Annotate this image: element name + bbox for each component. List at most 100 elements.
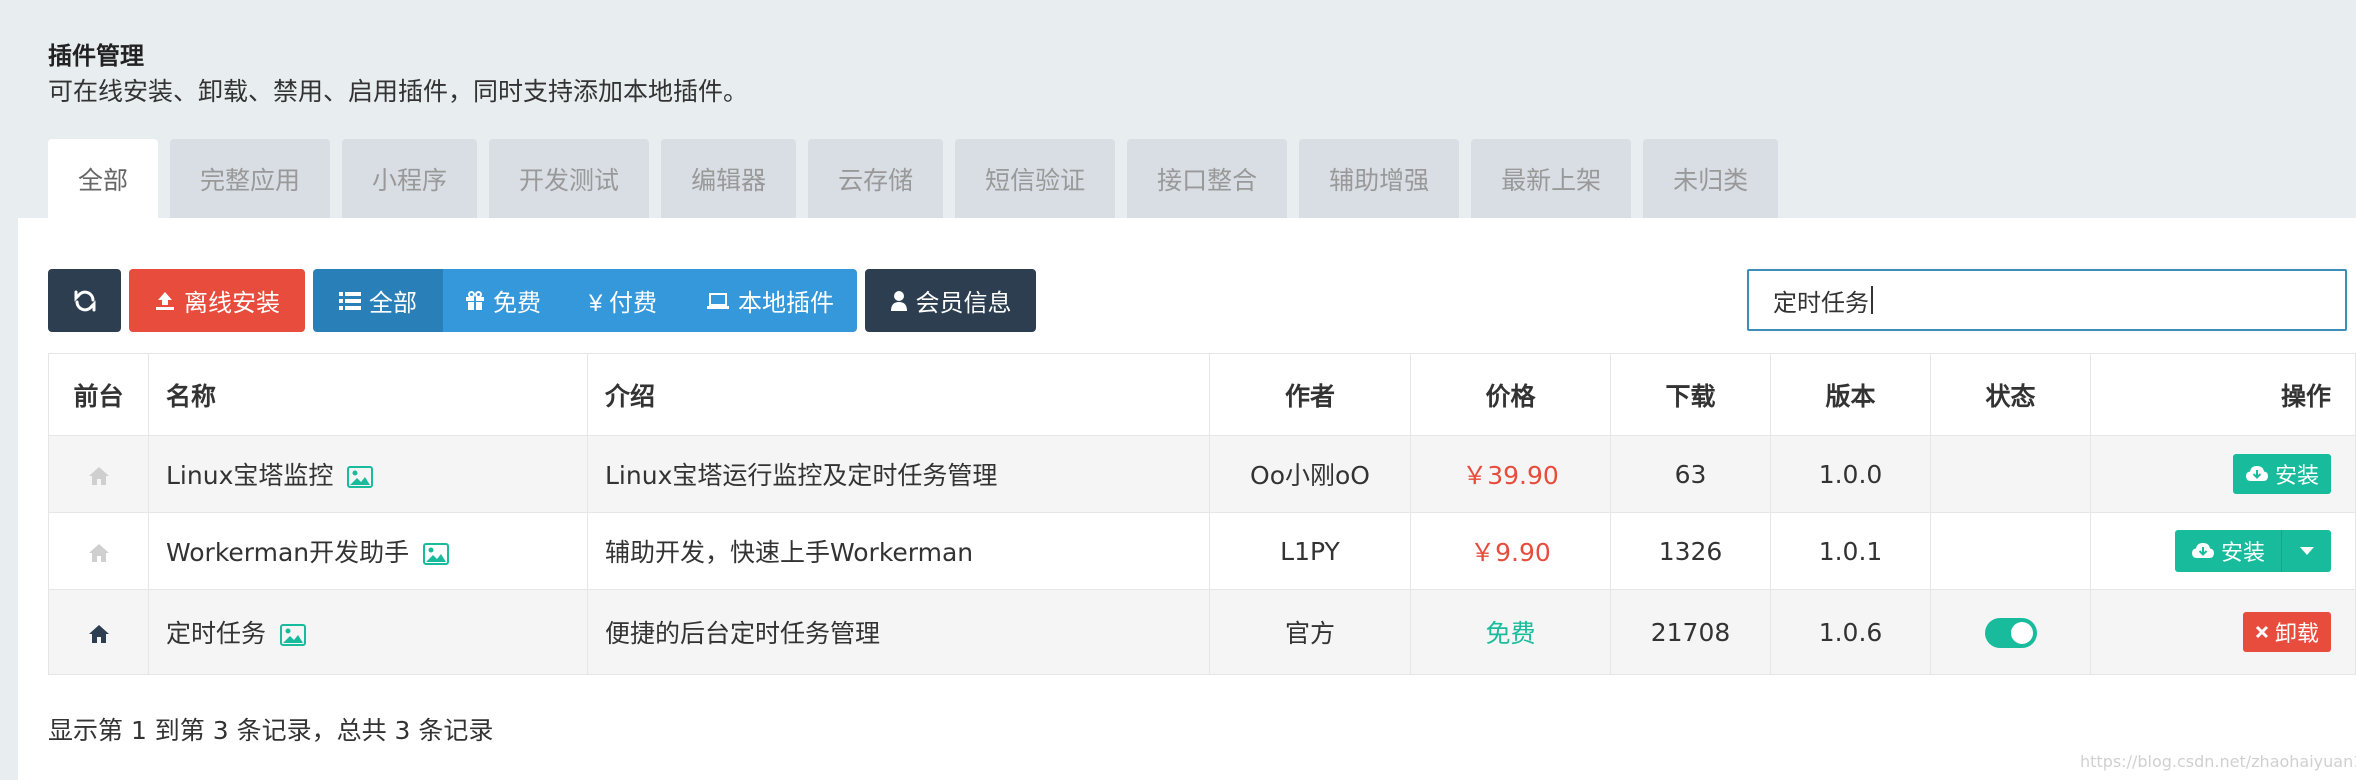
refresh-button[interactable] — [48, 269, 121, 332]
header-actions: 操作 — [2090, 353, 2356, 436]
uninstall-button[interactable]: 卸载 — [2242, 612, 2331, 652]
version-cell: 1.0.6 — [1770, 589, 1931, 675]
actions-cell: 安装 — [2090, 512, 2356, 590]
toolbar: 离线安装 全部 免费 ¥ 付费 本地插件 会员信息 — [48, 269, 1036, 332]
uninstall-label: 卸载 — [2274, 622, 2319, 647]
tab-full-app[interactable]: 完整应用 — [170, 139, 331, 218]
times-icon — [2255, 625, 2269, 639]
enable-toggle[interactable] — [1984, 617, 2037, 648]
home-icon[interactable] — [88, 543, 110, 563]
intro-cell: Linux宝塔运行监控及定时任务管理 — [587, 435, 1210, 513]
downloads-cell: 21708 — [1610, 589, 1771, 675]
install-button[interactable]: 安装 — [2174, 530, 2281, 572]
name-cell: 定时任务 — [148, 589, 588, 675]
filter-all-button[interactable]: 全部 — [313, 269, 443, 332]
install-button[interactable]: 安装 — [2232, 454, 2331, 494]
tab-enhance[interactable]: 辅助增强 — [1299, 139, 1460, 218]
intro-cell: 辅助开发，快速上手Workerman — [587, 512, 1210, 590]
plugin-table: 前台 名称 介绍 作者 价格 下载 版本 状态 操作 Linux宝塔监控 Lin… — [48, 353, 2356, 675]
header-front[interactable]: 前台 — [48, 353, 149, 436]
home-icon[interactable] — [88, 624, 110, 644]
tab-cloud-storage[interactable]: 云存储 — [808, 139, 944, 218]
tab-editor[interactable]: 编辑器 — [661, 139, 797, 218]
caret-down-icon — [2299, 547, 2314, 555]
author-cell[interactable]: 官方 — [1209, 589, 1411, 675]
tab-api[interactable]: 接口整合 — [1127, 139, 1288, 218]
plugin-name: Linux宝塔监控 — [166, 461, 334, 490]
plugin-name: 定时任务 — [166, 619, 267, 648]
filter-local-label: 本地插件 — [738, 290, 834, 317]
laptop-icon — [707, 292, 729, 309]
header-version[interactable]: 版本 — [1770, 353, 1931, 436]
author-cell[interactable]: L1PY — [1209, 512, 1411, 590]
install-dropdown-group: 安装 — [2174, 530, 2331, 572]
table-row: Workerman开发助手 辅助开发，快速上手Workerman L1PY ￥9… — [48, 512, 2356, 590]
search-value: 定时任务 — [1773, 288, 1869, 317]
author-cell[interactable]: Oo小刚oO — [1209, 435, 1411, 513]
header-downloads[interactable]: 下载 — [1610, 353, 1771, 436]
version-cell: 1.0.0 — [1770, 435, 1931, 513]
price-cell: ￥39.90 — [1410, 435, 1611, 513]
price-cell: ￥9.90 — [1410, 512, 1611, 590]
price-cell: 免费 — [1410, 589, 1611, 675]
tab-newest[interactable]: 最新上架 — [1471, 139, 1632, 218]
offline-install-button[interactable]: 离线安装 — [129, 269, 305, 332]
version-dropdown-toggle[interactable] — [2281, 530, 2331, 572]
actions-cell: 卸载 — [2090, 589, 2356, 675]
status-cell — [1930, 512, 2091, 590]
upload-icon — [156, 291, 174, 310]
filter-button-group: 全部 免费 ¥ 付费 本地插件 — [313, 269, 857, 332]
downloads-cell: 63 — [1610, 435, 1771, 513]
header-price[interactable]: 价格 — [1410, 353, 1611, 436]
header-intro[interactable]: 介绍 — [587, 353, 1210, 436]
member-info-button[interactable]: 会员信息 — [865, 269, 1036, 332]
header-name[interactable]: 名称 — [148, 353, 588, 436]
filter-all-label: 全部 — [369, 290, 417, 317]
filter-free-button[interactable]: 免费 — [443, 269, 563, 332]
image-icon[interactable] — [347, 466, 374, 488]
header-author[interactable]: 作者 — [1209, 353, 1411, 436]
toggle-knob — [2010, 621, 2033, 644]
install-label: 安装 — [2274, 464, 2319, 489]
offline-install-label: 离线安装 — [184, 290, 280, 317]
table-row: Linux宝塔监控 Linux宝塔运行监控及定时任务管理 Oo小刚oO ￥39.… — [48, 435, 2356, 513]
header-status[interactable]: 状态 — [1930, 353, 2091, 436]
page-description: 可在线安装、卸载、禁用、启用插件，同时支持添加本地插件。 — [48, 77, 749, 106]
table-row: 定时任务 便捷的后台定时任务管理 官方 免费 21708 1.0.6 卸载 — [48, 589, 2356, 675]
filter-local-button[interactable]: 本地插件 — [683, 269, 857, 332]
tab-dev-test[interactable]: 开发测试 — [489, 139, 650, 218]
plugin-name: Workerman开发助手 — [166, 538, 410, 567]
version-cell: 1.0.1 — [1770, 512, 1931, 590]
actions-cell: 安装 — [2090, 435, 2356, 513]
status-cell — [1930, 589, 2091, 675]
downloads-cell: 1326 — [1610, 512, 1771, 590]
front-cell — [48, 512, 149, 590]
page-header: 插件管理 可在线安装、卸载、禁用、启用插件，同时支持添加本地插件。 全部 完整应… — [0, 0, 2356, 218]
tab-all[interactable]: 全部 — [48, 139, 159, 218]
intro-cell: 便捷的后台定时任务管理 — [587, 589, 1210, 675]
name-cell: Workerman开发助手 — [148, 512, 588, 590]
tab-mini-program[interactable]: 小程序 — [342, 139, 478, 218]
image-icon[interactable] — [423, 543, 450, 565]
text-caret — [1871, 286, 1873, 314]
status-cell — [1930, 435, 2091, 513]
category-tabs: 全部 完整应用 小程序 开发测试 编辑器 云存储 短信验证 接口整合 辅助增强 … — [48, 139, 1779, 218]
pagination-info: 显示第 1 到第 3 条记录，总共 3 条记录 — [48, 716, 494, 745]
search-input[interactable]: 定时任务 — [1747, 269, 2347, 331]
tab-sms[interactable]: 短信验证 — [955, 139, 1116, 218]
user-icon — [890, 290, 907, 311]
watermark: https://blog.csdn.net/zhaohaiyuan123 — [2080, 752, 2356, 771]
gift-icon — [466, 290, 484, 310]
refresh-icon — [74, 290, 95, 311]
tab-uncategorized[interactable]: 未归类 — [1643, 139, 1779, 218]
filter-paid-label: ¥ 付费 — [588, 290, 657, 317]
member-info-label: 会员信息 — [915, 290, 1012, 317]
table-header-row: 前台 名称 介绍 作者 价格 下载 版本 状态 操作 — [48, 353, 2356, 436]
image-icon[interactable] — [279, 624, 306, 646]
page-title: 插件管理 — [48, 42, 144, 70]
filter-paid-button[interactable]: ¥ 付费 — [563, 269, 683, 332]
install-label: 安装 — [2220, 541, 2265, 566]
cloud-download-icon — [2191, 543, 2214, 558]
list-icon — [339, 291, 361, 310]
home-icon[interactable] — [88, 466, 110, 486]
